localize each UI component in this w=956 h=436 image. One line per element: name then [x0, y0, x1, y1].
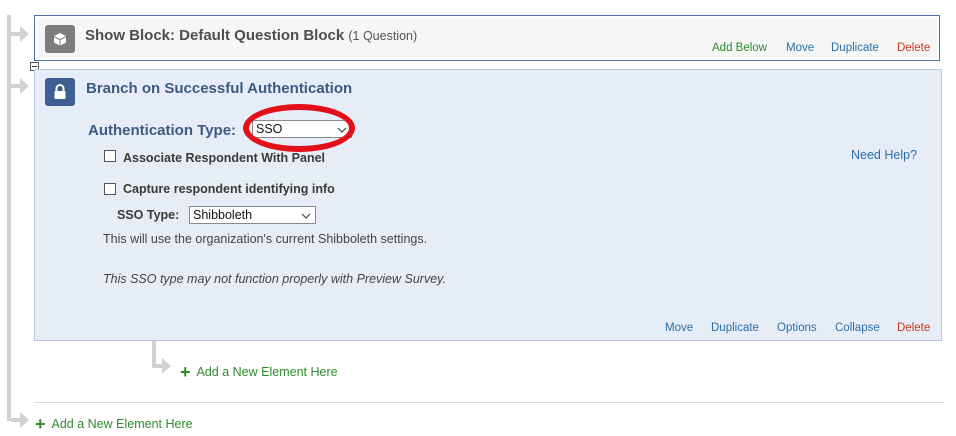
duplicate-link[interactable]: Duplicate: [831, 42, 879, 54]
sso-type-value: Shibboleth: [193, 208, 253, 222]
flow-arrow-icon: [20, 412, 29, 428]
collapse-link[interactable]: Collapse: [835, 322, 880, 334]
highlight-ellipse: [243, 104, 355, 152]
associate-panel-label: Associate Respondent With Panel: [123, 151, 326, 165]
capture-info-checkbox[interactable]: [104, 183, 116, 195]
flow-connector-main: [7, 15, 11, 421]
chevron-down-icon: [301, 209, 311, 225]
branch-block[interactable]: Branch on Successful Authentication Auth…: [34, 69, 942, 341]
sso-info-text: This will use the organization's current…: [103, 232, 428, 246]
flow-arrow-icon: [20, 26, 29, 42]
associate-panel-checkbox[interactable]: [104, 150, 116, 162]
add-element-outer-label: Add a New Element Here: [51, 417, 193, 431]
delete-link[interactable]: Delete: [897, 42, 930, 54]
lock-icon: [45, 78, 75, 106]
add-below-link[interactable]: Add Below: [712, 42, 767, 54]
show-block[interactable]: Show Block: Default Question Block (1 Qu…: [34, 15, 940, 61]
show-block-title: Show Block: Default Question Block (1 Qu…: [85, 27, 417, 44]
add-element-outer-link[interactable]: + Add a New Element Here: [35, 412, 193, 434]
duplicate-link[interactable]: Duplicate: [711, 322, 759, 334]
sso-warning-text: This SSO type may not function properly …: [103, 272, 446, 286]
sso-type-label: SSO Type:: [117, 208, 180, 222]
flow-arrow-icon: [20, 78, 29, 94]
plus-icon: +: [35, 414, 46, 434]
sso-type-select[interactable]: Shibboleth: [189, 206, 316, 224]
block-cube-icon: [45, 25, 75, 53]
move-link[interactable]: Move: [665, 322, 693, 334]
question-count: (1 Question): [348, 29, 418, 43]
need-help-link[interactable]: Need Help?: [851, 148, 917, 162]
divider: [34, 402, 944, 403]
branch-title: Branch on Successful Authentication: [86, 80, 353, 97]
flow-arrow-icon: [162, 358, 171, 374]
add-element-inner-label: Add a New Element Here: [196, 365, 338, 379]
show-block-title-text: Show Block: Default Question Block: [85, 27, 345, 44]
auth-type-label: Authentication Type:: [88, 122, 237, 139]
move-link[interactable]: Move: [786, 42, 814, 54]
delete-link[interactable]: Delete: [897, 322, 930, 334]
capture-info-label: Capture respondent identifying info: [123, 182, 335, 196]
plus-icon: +: [180, 362, 191, 382]
add-element-inner-link[interactable]: + Add a New Element Here: [180, 360, 338, 382]
options-link[interactable]: Options: [777, 322, 817, 334]
